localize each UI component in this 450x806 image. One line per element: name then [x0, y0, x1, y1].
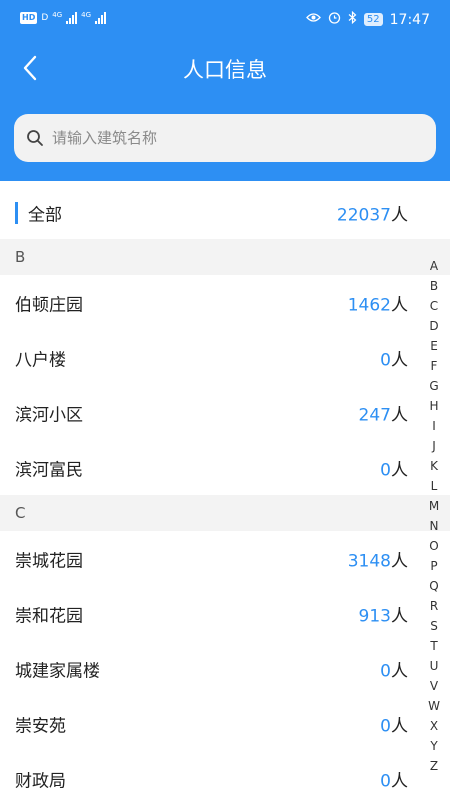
status-bar: HD D 4G 4G 52 17:47 — [0, 0, 450, 40]
list-item-count: 22037人 — [336, 205, 408, 225]
index-letter[interactable]: P — [430, 556, 437, 576]
status-right: 52 17:47 — [306, 10, 430, 28]
list-item[interactable]: 城建家属楼 0人 — [0, 641, 450, 696]
bluetooth-icon — [348, 10, 357, 28]
list-item[interactable]: 财政局 0人 — [0, 751, 450, 806]
list-item-name: 崇和花园 — [15, 606, 83, 626]
index-letter[interactable]: M — [429, 496, 439, 516]
index-letter[interactable]: S — [430, 616, 438, 636]
index-letter[interactable]: W — [428, 696, 440, 716]
list-item-count: 0人 — [380, 460, 408, 480]
status-time: 17:47 — [389, 11, 430, 28]
index-letter[interactable]: V — [430, 676, 438, 696]
list-item[interactable]: 崇和花园 913人 — [0, 586, 450, 641]
building-list: 全部 22037人 B 伯顿庄园 1462人 八户楼 0人 滨河小区 247人 … — [0, 186, 450, 806]
battery-icon: 52 — [363, 13, 383, 26]
alarm-icon — [328, 11, 341, 28]
index-letter[interactable]: O — [429, 536, 438, 556]
index-letter[interactable]: L — [431, 476, 438, 496]
list-item[interactable]: 滨河小区 247人 — [0, 385, 450, 440]
list-item-count: 1462人 — [347, 295, 408, 315]
section-letter: C — [15, 504, 26, 522]
list-item-name: 城建家属楼 — [15, 661, 100, 681]
index-letter[interactable]: C — [430, 296, 438, 316]
list-item-name: 滨河小区 — [15, 405, 83, 425]
list-item-count: 0人 — [380, 716, 408, 736]
index-letter[interactable]: X — [430, 716, 438, 736]
index-letter[interactable]: Z — [430, 756, 438, 776]
list-item-count: 913人 — [358, 606, 408, 626]
list-item-name: 崇安苑 — [15, 716, 66, 736]
list-item-name: 滨河富民 — [15, 460, 83, 480]
index-letter[interactable]: Q — [429, 576, 438, 596]
section-header-c: C — [0, 495, 450, 531]
list-item-count: 3148人 — [347, 551, 408, 571]
list-item-name: 八户楼 — [15, 350, 66, 370]
index-letter[interactable]: A — [430, 256, 438, 276]
index-letter[interactable]: I — [432, 416, 436, 436]
search-input[interactable] — [52, 129, 392, 147]
section-letter: B — [15, 248, 26, 266]
list-item-name: 伯顿庄园 — [15, 295, 83, 315]
app-header: HD D 4G 4G 52 17:47 人口信息 请输入建筑名称 — [0, 0, 450, 181]
eye-icon — [306, 12, 321, 27]
index-letter[interactable]: T — [430, 636, 437, 656]
list-item[interactable]: 崇城花园 3148人 — [0, 531, 450, 586]
index-letter[interactable]: J — [432, 436, 436, 456]
list-item-all[interactable]: 全部 22037人 — [0, 186, 450, 239]
network-label-2: 4G — [81, 11, 92, 19]
alphabet-index[interactable]: A B C D E F G H I J K L M N O P Q R S T … — [422, 256, 446, 776]
nav-bar: 人口信息 — [0, 40, 450, 96]
list-item-name: 财政局 — [15, 771, 66, 791]
list-item-name: 全部 — [28, 205, 62, 225]
index-letter[interactable]: G — [429, 376, 438, 396]
index-letter[interactable]: E — [430, 336, 438, 356]
status-left: HD D 4G 4G — [20, 11, 107, 24]
list-item-name: 崇城花园 — [15, 551, 83, 571]
list-item[interactable]: 滨河富民 0人 — [0, 440, 450, 495]
all-indicator-bar — [15, 202, 18, 224]
search-icon — [26, 129, 44, 147]
network-label-1: 4G — [52, 11, 63, 19]
index-letter[interactable]: N — [430, 516, 439, 536]
list-item-count: 0人 — [380, 350, 408, 370]
list-item-count: 247人 — [358, 405, 408, 425]
signal-icon-1 — [66, 12, 78, 24]
index-letter[interactable]: B — [430, 276, 438, 296]
list-item[interactable]: 八户楼 0人 — [0, 330, 450, 385]
hd-badge: HD — [20, 12, 38, 24]
index-letter[interactable]: R — [430, 596, 438, 616]
index-letter[interactable]: F — [431, 356, 438, 376]
page-title: 人口信息 — [183, 58, 267, 82]
signal-icon-2 — [95, 12, 107, 24]
list-item-count: 0人 — [380, 661, 408, 681]
index-letter[interactable]: U — [430, 656, 439, 676]
list-item[interactable]: 伯顿庄园 1462人 — [0, 275, 450, 330]
index-letter[interactable]: H — [429, 396, 438, 416]
index-letter[interactable]: Y — [430, 736, 437, 756]
index-letter[interactable]: D — [429, 316, 438, 336]
d-badge: D — [41, 13, 49, 23]
index-letter[interactable]: K — [430, 456, 438, 476]
list-item[interactable]: 崇安苑 0人 — [0, 696, 450, 751]
search-box[interactable] — [14, 114, 436, 162]
list-item-count: 0人 — [380, 771, 408, 791]
section-header-b: B — [0, 239, 450, 275]
